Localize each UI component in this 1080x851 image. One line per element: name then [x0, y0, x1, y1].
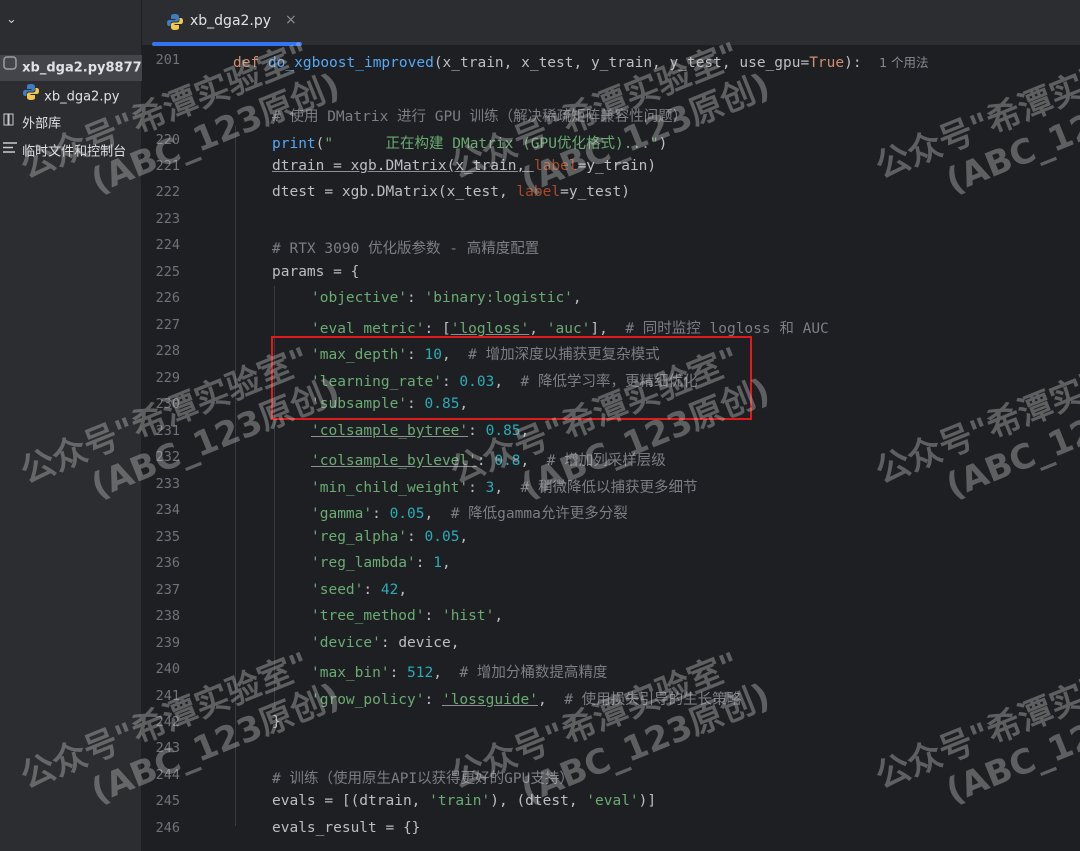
code-line-220: print(" 正在构建 DMatrix (GPU优化格式)...")	[272, 136, 668, 152]
code-line-242: }	[272, 714, 281, 730]
line-number: 230	[155, 396, 180, 412]
line-number: 228	[155, 343, 180, 359]
sidebar-item-label: xb_dga2.py88775	[22, 60, 142, 76]
code-line-236: 'reg_lambda': 1,	[311, 555, 451, 571]
code-line-234: 'gamma': 0.05, # 降低gamma允许更多分裂	[311, 506, 628, 522]
code-line-244: # 训练（使用原生API以获得更好的GPU支持）	[272, 771, 574, 787]
code-editor[interactable]: 201 220 221 222 223 224 225 226 227 228 229 230 231 2…	[142, 46, 1080, 851]
highlight-box	[271, 336, 752, 420]
line-number: 240	[155, 661, 180, 677]
sidebar-item-xb-dga2-py[interactable]: xb_dga2.py	[0, 83, 142, 109]
console-icon	[2, 139, 18, 165]
code-line-232: 'colsample_bylevel': 0.8, # 增加列采样层级	[311, 453, 666, 469]
code-line-235: 'reg_alpha': 0.05,	[311, 529, 469, 545]
close-icon[interactable]: ×	[285, 12, 297, 28]
code-line-233: 'min_child_weight': 3, # 稍微降低以捕获更多细节	[311, 480, 698, 496]
line-number: 238	[155, 608, 180, 624]
code-line-221: dtrain = xgb.DMatrix(x_train, label=y_tr…	[272, 158, 657, 174]
project-sidebar: ⌄ xb_dga2.py88775 xb_dga2.py 外部库 临时文件和控制…	[0, 0, 142, 851]
tab-xb-dga2-py[interactable]: xb_dga2.py ×	[152, 0, 302, 46]
line-number: 222	[155, 184, 180, 200]
code-line-227: 'eval_metric': ['logloss', 'auc'], # 同时监…	[311, 321, 829, 337]
line-number: 223	[155, 211, 180, 227]
line-number: 224	[155, 237, 180, 253]
line-number: 241	[155, 688, 180, 704]
code-line-237: 'seed': 42,	[311, 582, 408, 598]
editor-tab-bar: xb_dga2.py ×	[142, 0, 1080, 46]
line-number: 226	[155, 290, 180, 306]
chevron-down-icon[interactable]: ⌄	[6, 12, 17, 27]
line-number: 239	[155, 635, 180, 651]
line-number-gutter: 201 220 221 222 223 224 225 226 227 228 229 230 231 2…	[142, 46, 192, 851]
line-number: 220	[155, 132, 180, 148]
line-number: 245	[155, 793, 180, 809]
code-line-245: evals = [(dtrain, 'train'), (dtest, 'eva…	[272, 793, 657, 809]
code-line-201: def do_xgboost_improved(x_train, x_test,…	[233, 55, 929, 71]
code-line-240: 'max_bin': 512, # 增加分桶数提高精度	[311, 665, 608, 681]
code-line-226: 'objective': 'binary:logistic',	[311, 290, 582, 306]
sidebar-item-label: 临时文件和控制台	[22, 144, 127, 160]
code-line-224: # RTX 3090 优化版参数 - 高精度配置	[272, 241, 540, 257]
line-number: 221	[155, 158, 180, 174]
line-number: 201	[155, 52, 180, 68]
code-line-222: dtest = xgb.DMatrix(x_test, label=y_test…	[272, 184, 630, 200]
usage-hint[interactable]: 1 个用法	[879, 55, 928, 70]
line-number: 232	[155, 449, 180, 465]
code-line-239: 'device': device,	[311, 635, 460, 651]
line-number: 237	[155, 582, 180, 598]
line-number: 242	[155, 714, 180, 730]
sidebar-item-label: xb_dga2.py	[44, 89, 120, 105]
sidebar-item-scratches[interactable]: 临时文件和控制台	[0, 139, 142, 165]
line-number: 233	[155, 476, 180, 492]
indent-guide	[235, 126, 236, 826]
line-number: 236	[155, 555, 180, 571]
line-number: 227	[155, 317, 180, 333]
line-number: 243	[155, 740, 180, 756]
sidebar-item-label: 外部库	[22, 116, 62, 132]
line-number: 235	[155, 529, 180, 545]
code-line-231: 'colsample_bytree': 0.85,	[311, 423, 530, 439]
sidebar-item-external-libs[interactable]: 外部库	[0, 111, 142, 137]
library-icon	[3, 111, 18, 137]
line-number: 244	[155, 767, 180, 783]
code-line-219: # 使用 DMatrix 进行 GPU 训练（解决稀疏矩阵兼容性问题）	[272, 109, 688, 125]
code-line-241: 'grow_policy': 'lossguide', # 使用损失引导的生长策…	[311, 692, 742, 708]
code-line-238: 'tree_method': 'hist',	[311, 608, 504, 624]
sidebar-item-xb-dga2-py88775[interactable]: xb_dga2.py88775	[0, 55, 142, 81]
tab-label: xb_dga2.py	[190, 13, 272, 29]
line-number: 234	[155, 502, 180, 518]
python-file-icon	[2, 55, 18, 81]
code-line-246: evals_result = {}	[272, 820, 421, 836]
line-number: 246	[155, 820, 180, 836]
python-file-icon	[22, 83, 40, 109]
line-number: 229	[155, 370, 180, 386]
sidebar-header: ⌄	[0, 0, 141, 44]
code-line-225: params = {	[272, 264, 360, 280]
line-number: 231	[155, 423, 180, 439]
line-number: 225	[155, 264, 180, 280]
python-file-icon	[166, 13, 184, 35]
